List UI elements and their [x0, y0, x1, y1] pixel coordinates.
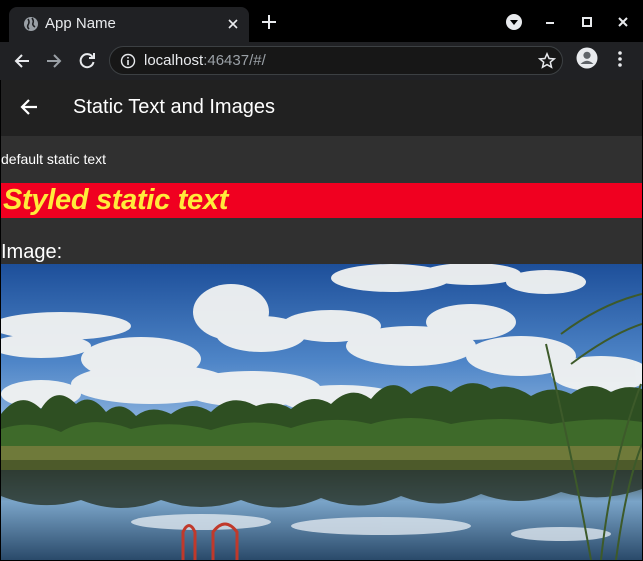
- back-icon[interactable]: [12, 51, 32, 71]
- url-path: :46437/#/: [203, 52, 266, 69]
- minimize-icon[interactable]: [541, 13, 559, 31]
- tab-strip: App Name: [0, 0, 643, 42]
- browser-toolbar: localhost:46437/#/: [0, 42, 643, 80]
- window-close-icon[interactable]: [614, 13, 632, 31]
- info-icon[interactable]: [120, 53, 136, 69]
- tab-title: App Name: [45, 15, 116, 32]
- lake-landscape-image: [1, 264, 642, 560]
- plus-icon[interactable]: [261, 14, 277, 30]
- image-label: Image:: [1, 241, 63, 263]
- styled-text-band: Styled static text: [1, 183, 642, 218]
- page-content: Static Text and Images default static te…: [1, 80, 642, 560]
- browser-tab[interactable]: App Name: [9, 7, 249, 42]
- forward-icon[interactable]: [44, 51, 64, 71]
- maximize-icon[interactable]: [578, 13, 596, 31]
- address-bar[interactable]: localhost:46437/#/: [109, 46, 563, 75]
- styled-static-text: Styled static text: [3, 184, 229, 216]
- profile-icon[interactable]: [576, 47, 598, 69]
- tab-search-icon[interactable]: [505, 13, 523, 31]
- page-title: Static Text and Images: [73, 96, 275, 118]
- arrow-back-icon[interactable]: [18, 96, 40, 118]
- kebab-menu-icon[interactable]: [611, 50, 629, 68]
- default-static-text: default static text: [1, 151, 107, 167]
- globe-icon: [24, 17, 38, 31]
- star-icon[interactable]: [538, 52, 556, 70]
- close-icon[interactable]: [225, 16, 241, 32]
- url-host: localhost: [144, 52, 204, 69]
- reload-icon[interactable]: [77, 51, 97, 71]
- app-bar: Static Text and Images: [1, 80, 642, 136]
- url-text[interactable]: localhost:46437/#/: [144, 52, 266, 69]
